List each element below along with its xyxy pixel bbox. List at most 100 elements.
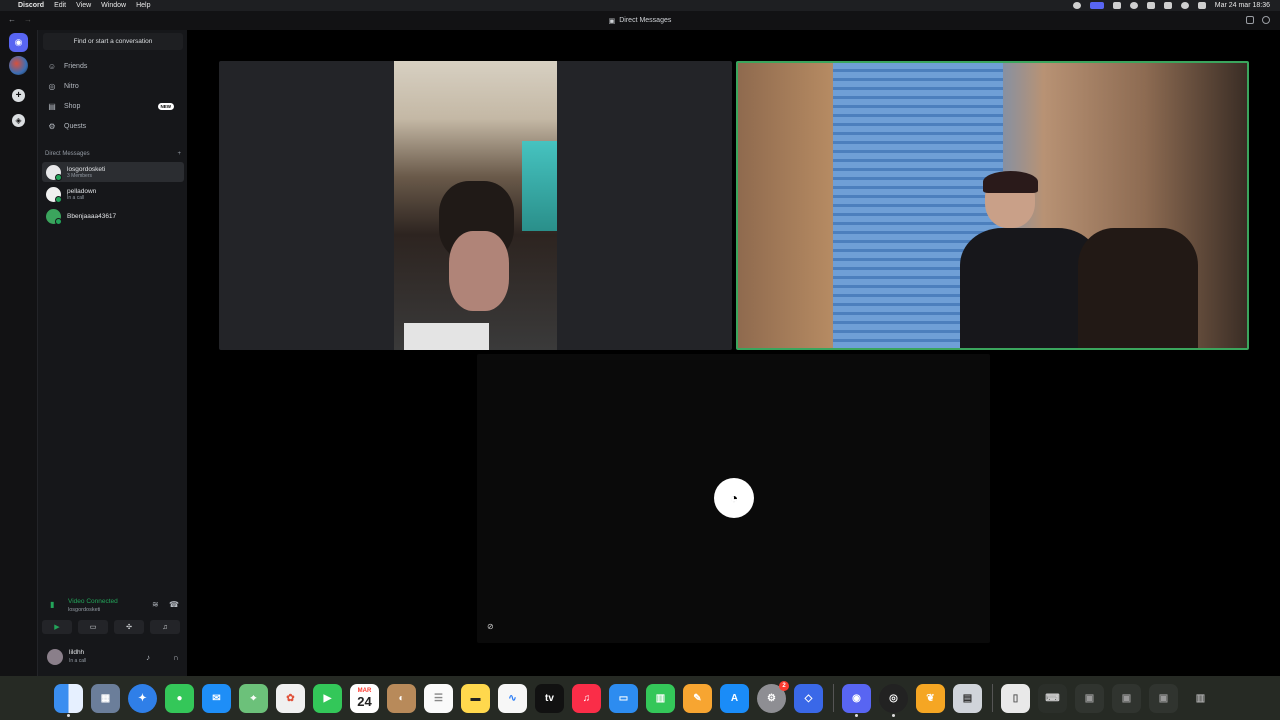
dm-item-bbenjaaaa[interactable]: Bbenjaaaa43617: [42, 206, 184, 226]
freeform-icon[interactable]: ∿: [498, 683, 527, 713]
appletv-label: tv: [545, 692, 554, 704]
window-thumbnail-icon[interactable]: ▣: [1112, 683, 1141, 713]
video-tile-2-speaking[interactable]: [736, 61, 1249, 350]
keynote-icon[interactable]: ▭: [609, 683, 638, 713]
user-avatar[interactable]: [47, 649, 63, 665]
menu-edit[interactable]: Edit: [54, 2, 66, 9]
nav-label: Shop: [64, 103, 81, 110]
discord-home-icon[interactable]: ◉: [9, 33, 28, 52]
forward-arrow-icon[interactable]: →: [24, 15, 32, 24]
system-settings-icon[interactable]: ⚙ 2: [757, 680, 789, 713]
extension-icon[interactable]: [1112, 2, 1121, 9]
dm-sub: In a call: [67, 194, 85, 201]
maps-icon[interactable]: ⌖: [239, 683, 268, 713]
noise-suppression-icon[interactable]: ≋: [152, 600, 159, 609]
record-status-icon[interactable]: [1072, 2, 1081, 9]
obs-icon[interactable]: ◎: [879, 683, 908, 717]
dm-item-group[interactable]: losgordosketi 3 Members: [42, 162, 184, 182]
finder-icon[interactable]: [54, 683, 83, 717]
keyboard-input-icon[interactable]: [1163, 2, 1172, 9]
app-store-icon[interactable]: A: [720, 683, 749, 713]
numbers-icon[interactable]: ▥: [646, 683, 675, 713]
voice-channel[interactable]: losgordosketi: [68, 607, 100, 613]
calendar-icon[interactable]: MAR 24: [350, 683, 379, 713]
menu-window[interactable]: Window: [101, 2, 126, 9]
safari-icon[interactable]: ✦: [128, 683, 157, 713]
reminders-icon[interactable]: ☰: [424, 683, 453, 713]
connection-signal-icon[interactable]: ▮: [50, 600, 58, 609]
window-title: Direct Messages: [619, 17, 672, 24]
video-feed-detail: [522, 141, 557, 231]
friends-icon: ☺: [47, 62, 57, 71]
pages-icon[interactable]: ✎: [683, 683, 712, 713]
dock-separator: [992, 684, 993, 712]
apple-tv-icon[interactable]: tv: [535, 683, 564, 713]
wifi-icon[interactable]: [1146, 2, 1155, 9]
roblox-icon[interactable]: ◇: [794, 683, 823, 713]
dm-sub: 3 Members: [67, 172, 93, 179]
nav-quests[interactable]: ⚙ Quests: [44, 118, 182, 135]
status-area: Mar 24 mar 18:36: [1072, 0, 1270, 11]
disconnect-icon[interactable]: ☎: [169, 600, 179, 609]
trash-icon[interactable]: ▥: [1186, 684, 1215, 713]
menu-view[interactable]: View: [76, 2, 91, 9]
person-background: [1078, 228, 1198, 348]
screen-share-button[interactable]: ▭: [78, 620, 108, 634]
launchpad-icon[interactable]: ▦: [91, 683, 120, 713]
voice-status[interactable]: Video Connected: [68, 598, 118, 605]
menu-app-name[interactable]: Discord: [18, 2, 44, 9]
activities-button[interactable]: ✣: [114, 620, 144, 634]
discover-compass-icon[interactable]: ◈: [12, 114, 25, 127]
help-icon[interactable]: [1262, 16, 1270, 24]
menu-help[interactable]: Help: [136, 2, 150, 9]
spotlight-icon[interactable]: [1180, 2, 1189, 9]
back-arrow-icon[interactable]: ←: [8, 15, 16, 24]
search-input[interactable]: Find or start a conversation: [43, 33, 183, 50]
facetime-icon[interactable]: ▶: [313, 683, 342, 713]
document-icon[interactable]: ▯: [1001, 683, 1030, 713]
discord-dock-icon[interactable]: ◉: [842, 683, 871, 717]
video-tile-3-avatar[interactable]: ◔ ⊘: [477, 354, 990, 643]
control-center-icon[interactable]: [1197, 2, 1206, 9]
window-thumbnail-icon[interactable]: ▣: [1149, 683, 1178, 713]
camera-button[interactable]: ▶: [42, 620, 72, 634]
dm-name: pelladown: [67, 187, 97, 195]
add-dm-icon[interactable]: +: [177, 151, 181, 157]
window-thumbnail-icon[interactable]: ▣: [1075, 683, 1104, 713]
window-title-bar: ← → ▣ Direct Messages: [0, 11, 1280, 30]
add-server-icon[interactable]: +: [12, 89, 25, 102]
settings-badge: 2: [779, 680, 789, 691]
voice-connection-panel: ▮ Video Connected losgordosketi ≋ ☎ ▶ ▭ …: [42, 594, 184, 646]
muted-mic-icon: ⊘: [487, 622, 494, 631]
username[interactable]: lildhh: [69, 649, 84, 656]
calendar-day: 24: [357, 693, 372, 709]
soundboard-button[interactable]: ♫: [150, 620, 180, 634]
play-status-icon[interactable]: [1129, 2, 1138, 9]
nav-friends[interactable]: ☺ Friends: [44, 58, 182, 75]
music-icon[interactable]: ♫: [572, 683, 601, 713]
mail-icon[interactable]: ✉: [202, 683, 231, 713]
video-tile-1[interactable]: [219, 61, 732, 350]
server-icon[interactable]: [9, 56, 28, 75]
clock[interactable]: Mar 24 mar 18:36: [1215, 2, 1270, 9]
dm-title-icon: ▣: [608, 17, 616, 25]
contacts-icon[interactable]: ◐: [387, 683, 416, 713]
inbox-icon[interactable]: [1246, 16, 1254, 24]
dock-separator: [833, 684, 834, 712]
dm-header-label: Direct Messages: [45, 151, 90, 157]
notes-icon[interactable]: ▬: [461, 683, 490, 713]
fl-studio-icon[interactable]: ❦: [916, 683, 945, 713]
headphones-icon[interactable]: ∩: [173, 653, 179, 662]
group-avatar: [46, 164, 62, 181]
nav-shop[interactable]: ▤ Shop NEW: [44, 98, 182, 115]
menu-bar: Discord Edit View Window Help Mar 24 mar…: [0, 0, 1280, 11]
nav-label: Quests: [64, 123, 87, 130]
nav-nitro[interactable]: ◎ Nitro: [44, 78, 182, 95]
microphone-icon[interactable]: ♪: [146, 653, 150, 662]
messages-icon[interactable]: ●: [165, 683, 194, 713]
screen-share-status-icon[interactable]: [1089, 2, 1104, 9]
dm-item-pelladown[interactable]: pelladown In a call: [42, 184, 184, 204]
preview-icon[interactable]: ▤: [953, 683, 982, 713]
keyboard-thumbnail-icon[interactable]: ⌨: [1038, 683, 1067, 713]
photos-icon[interactable]: ✿: [276, 683, 305, 713]
